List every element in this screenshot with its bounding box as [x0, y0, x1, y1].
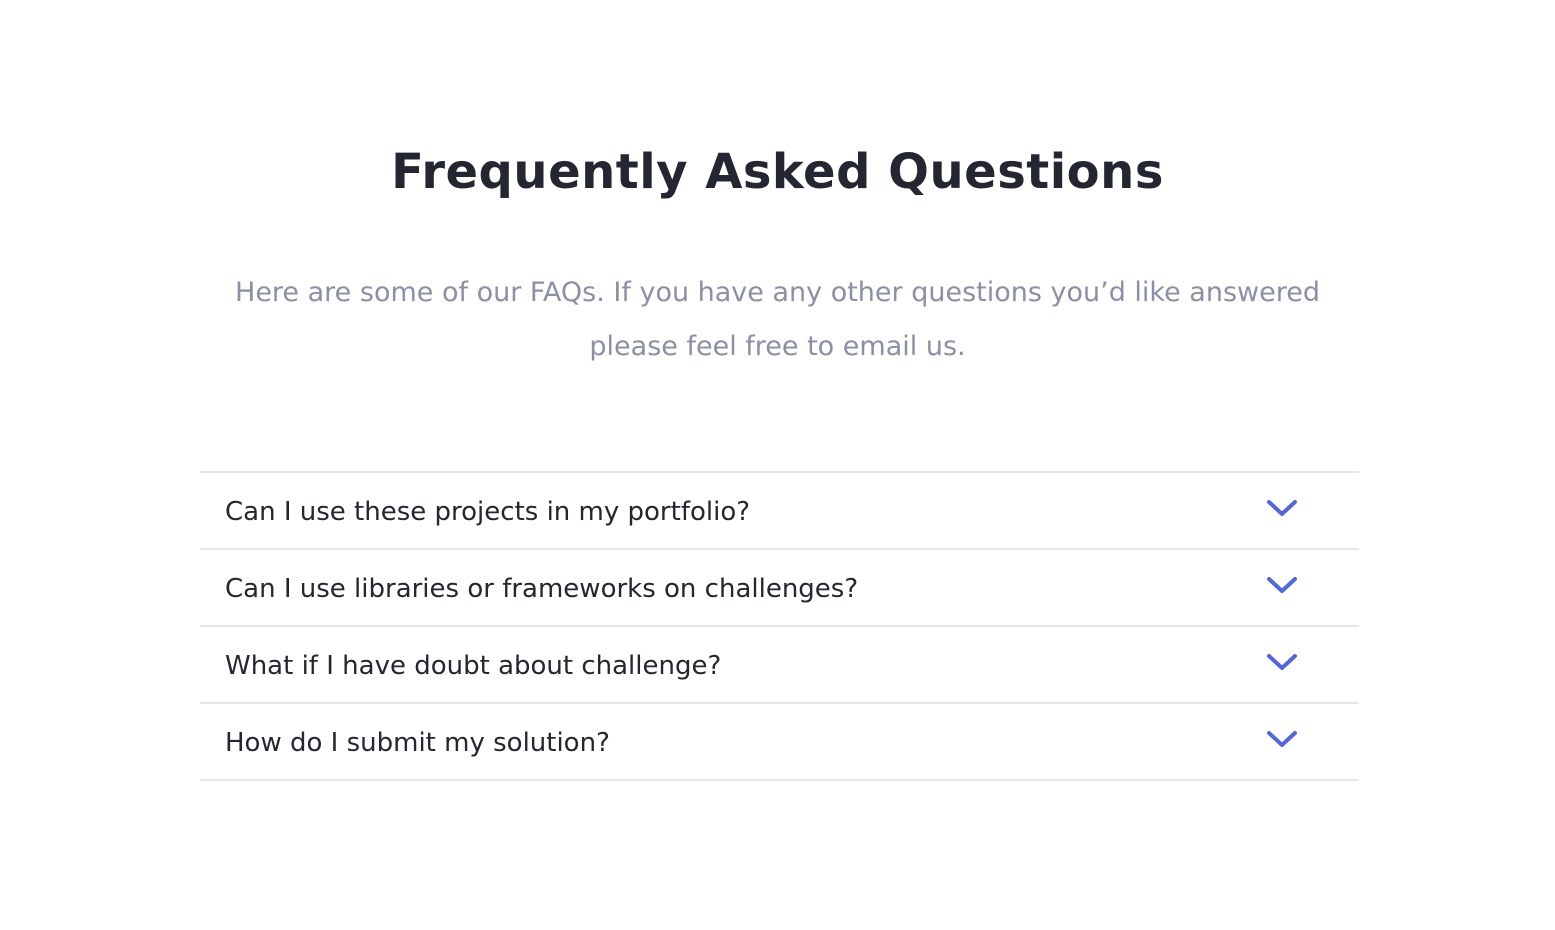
chevron-down-icon[interactable] — [1266, 498, 1298, 518]
faq-list: Can I use these projects in my portfolio… — [200, 471, 1359, 781]
faq-question: What if I have doubt about challenge? — [225, 651, 722, 681]
faq-question: Can I use these projects in my portfolio… — [225, 497, 751, 527]
faq-page: Frequently Asked Questions Here are some… — [0, 0, 1555, 930]
faq-item-doubt[interactable]: What if I have doubt about challenge? — [200, 627, 1359, 704]
chevron-down-icon[interactable] — [1266, 729, 1298, 749]
faq-item-portfolio[interactable]: Can I use these projects in my portfolio… — [200, 473, 1359, 550]
faq-item-submit[interactable]: How do I submit my solution? — [200, 704, 1359, 781]
page-subtitle: Here are some of our FAQs. If you have a… — [235, 277, 1320, 362]
faq-question: How do I submit my solution? — [225, 728, 610, 758]
page-title: Frequently Asked Questions — [391, 144, 1164, 200]
faq-question: Can I use libraries or frameworks on cha… — [225, 574, 859, 604]
chevron-down-icon[interactable] — [1266, 575, 1298, 595]
chevron-down-icon[interactable] — [1266, 652, 1298, 672]
faq-item-libraries[interactable]: Can I use libraries or frameworks on cha… — [200, 550, 1359, 627]
